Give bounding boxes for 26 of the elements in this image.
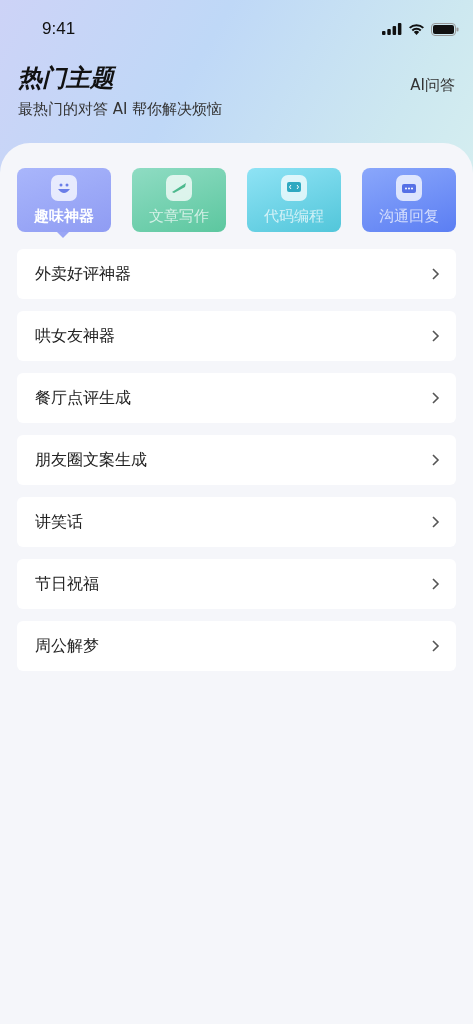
topic-item[interactable]: 周公解梦 bbox=[17, 621, 456, 671]
topic-item[interactable]: 哄女友神器 bbox=[17, 311, 456, 361]
app-icon bbox=[165, 174, 193, 202]
chevron-icon bbox=[431, 267, 440, 281]
wifi-icon bbox=[408, 23, 425, 35]
topic-item[interactable]: 节日祝福 bbox=[17, 559, 456, 609]
ai-qa-link[interactable]: AI问答 bbox=[410, 76, 455, 119]
signal-icon bbox=[382, 23, 402, 35]
status-time: 9:41 bbox=[42, 19, 76, 39]
chevron-icon bbox=[431, 639, 440, 653]
pointer-icon bbox=[57, 232, 69, 238]
topic-item[interactable]: 外卖好评神器 bbox=[17, 249, 456, 299]
topic-item[interactable]: 讲笑话 bbox=[17, 497, 456, 547]
chevron-icon bbox=[431, 453, 440, 467]
topic-item[interactable]: 朋友圈文案生成 bbox=[17, 435, 456, 485]
app-icon bbox=[280, 174, 308, 202]
app-icon bbox=[50, 174, 78, 202]
battery-icon bbox=[431, 22, 459, 36]
chevron-icon bbox=[431, 577, 440, 591]
chevron-icon bbox=[431, 329, 440, 343]
chevron-icon bbox=[431, 391, 440, 405]
topic-item[interactable]: 餐厅点评生成 bbox=[17, 373, 456, 423]
app-icon bbox=[395, 174, 423, 202]
chevron-icon bbox=[431, 515, 440, 529]
page-subtitle: 最热门的对答 AI 帮你解决烦恼 bbox=[18, 100, 223, 119]
page-title: 热门主题 bbox=[18, 63, 117, 94]
